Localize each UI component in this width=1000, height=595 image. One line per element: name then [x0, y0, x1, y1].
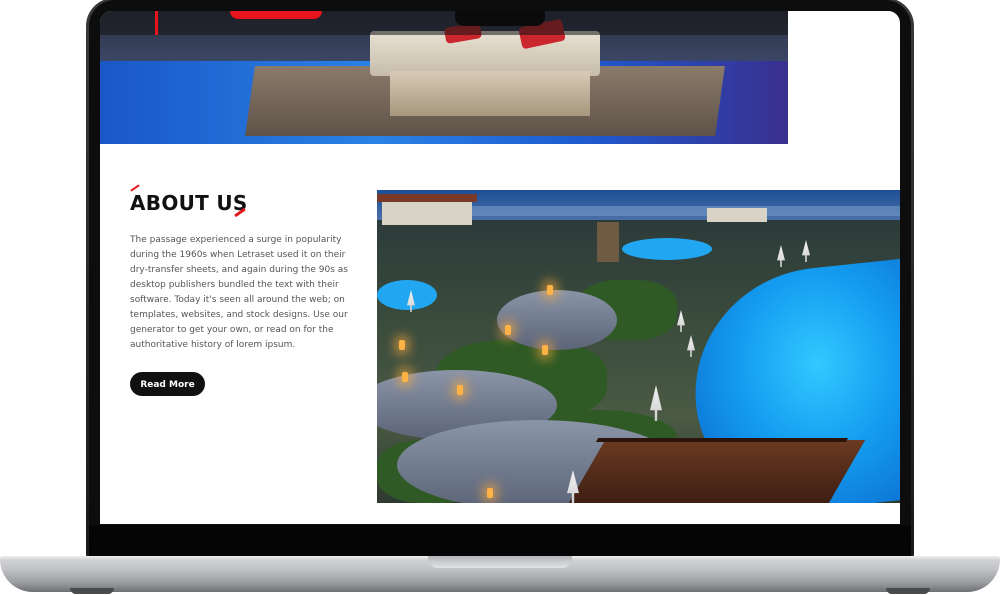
- photo-pool-small: [377, 280, 437, 310]
- photo-lamp: [547, 285, 553, 295]
- laptop-foot-left: [70, 588, 114, 594]
- hero-daybed: [370, 31, 600, 76]
- laptop-screen-chin: [89, 525, 911, 558]
- photo-building: [382, 200, 472, 225]
- read-more-button[interactable]: Read More: [130, 372, 205, 396]
- photo-boardwalk: [568, 440, 866, 503]
- photo-railing: [595, 438, 849, 442]
- photo-tower: [597, 222, 619, 262]
- photo-roof: [377, 194, 477, 202]
- laptop-thumb-notch: [428, 556, 572, 568]
- header-accent-bar: [155, 11, 158, 35]
- header-overlay: [100, 11, 788, 35]
- laptop-screen: ABOUT US The passage experienced a surge…: [100, 11, 900, 524]
- photo-sea: [457, 206, 900, 216]
- photo-lamp: [542, 345, 548, 355]
- about-description: The passage experienced a surge in popul…: [130, 235, 348, 350]
- header-accent-pill: [230, 11, 322, 19]
- photo-lamp: [505, 325, 511, 335]
- photo-lamp: [402, 372, 408, 382]
- photo-lamp: [399, 340, 405, 350]
- photo-lamp: [487, 488, 493, 498]
- photo-walkway: [497, 290, 617, 350]
- camera-notch: [455, 11, 545, 26]
- hero-daybed-base: [390, 71, 590, 116]
- photo-pool-small: [622, 238, 712, 260]
- laptop-foot-right: [886, 588, 930, 594]
- resort-photo: [377, 190, 900, 503]
- photo-building: [707, 208, 767, 222]
- hero-image: [100, 11, 788, 144]
- photo-lamp: [457, 385, 463, 395]
- about-title: ABOUT US: [130, 191, 248, 215]
